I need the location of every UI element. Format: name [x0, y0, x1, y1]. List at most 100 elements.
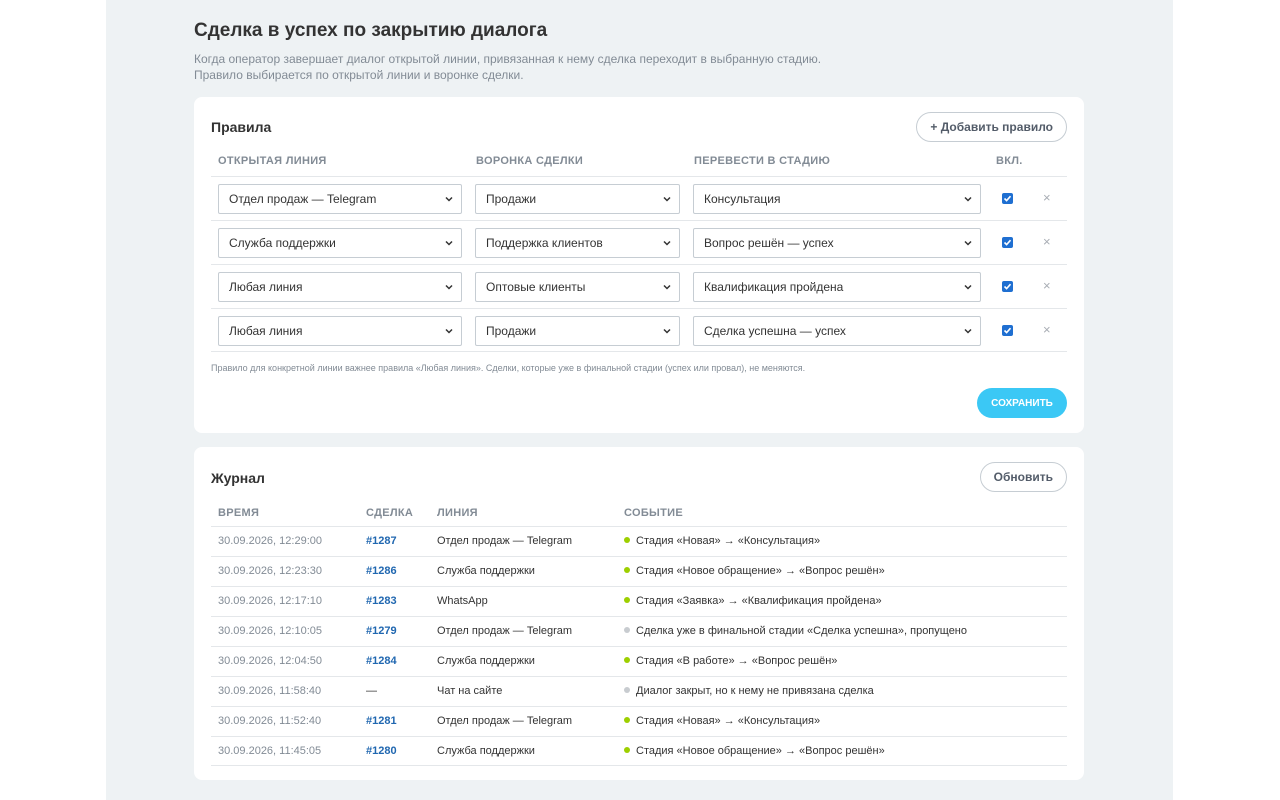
chevron-down-icon: [445, 240, 453, 246]
deal-link[interactable]: #1287: [366, 527, 397, 556]
stage-select[interactable]: Квалификация пройдена: [693, 272, 981, 302]
log-time: 30.09.2026, 12:17:10: [218, 595, 322, 607]
log-card: Журнал Обновить Время Сделка Линия Событ…: [194, 447, 1084, 780]
stage-select[interactable]: Сделка успешна — успех: [693, 316, 981, 346]
rule-row: Отдел продаж — Telegram Продажи Консультац…: [211, 176, 1067, 220]
stage-value: Консультация: [704, 192, 781, 206]
funnel-select[interactable]: Продажи: [475, 184, 680, 214]
rule-row: Служба поддержки Поддержка клиентов Вопрос…: [211, 220, 1067, 264]
deal-link[interactable]: #1284: [366, 647, 397, 676]
open-line-value: Служба поддержки: [229, 236, 336, 250]
column-header-line: Открытая линия: [218, 155, 327, 167]
chevron-down-icon: [445, 196, 453, 202]
rules-title: Правила: [211, 119, 272, 135]
open-line-select[interactable]: Отдел продаж — Telegram: [218, 184, 462, 214]
log-event: Стадия «Новое обращение» → «Вопрос решён…: [624, 737, 885, 766]
log-line: Отдел продаж — Telegram: [437, 625, 573, 637]
open-line-value: Любая линия: [229, 324, 303, 338]
log-event-text: Стадия «Новая» → «Консультация»: [636, 535, 821, 547]
log-line: Чат на сайте: [437, 685, 503, 697]
rules-table: Отдел продаж — Telegram Продажи Консультац…: [211, 176, 1067, 352]
log-time: 30.09.2026, 12:23:30: [218, 565, 322, 577]
log-event-text: Сделка уже в финальной стадии «Сделка ус…: [636, 625, 968, 637]
log-time: 30.09.2026, 12:04:50: [218, 655, 322, 667]
log-line: Отдел продаж — Telegram: [437, 715, 573, 727]
funnel-select[interactable]: Продажи: [475, 316, 680, 346]
enabled-checkbox[interactable]: [1002, 325, 1013, 336]
status-dot-icon: [624, 627, 630, 634]
rule-row: Любая линия Оптовые клиенты Квалификация п…: [211, 264, 1067, 308]
log-event-text: Стадия «Новое обращение» → «Вопрос решён…: [636, 565, 885, 577]
page-description-line-2: Правило выбирается по открытой линии и в…: [194, 68, 524, 82]
status-dot-icon: [624, 537, 630, 544]
chevron-down-icon: [663, 240, 671, 246]
deal-empty: —: [366, 685, 377, 697]
log-row: 30.09.2026, 12:29:00 #1287 Отдел продаж — …: [211, 526, 1067, 556]
log-time: 30.09.2026, 11:52:40: [218, 715, 322, 727]
chevron-down-icon: [964, 284, 972, 290]
log-time: 30.09.2026, 11:58:40: [218, 685, 322, 697]
rules-card: Правила + Добавить правило Открытая лини…: [194, 97, 1084, 433]
enabled-checkbox[interactable]: [1002, 281, 1013, 292]
log-event-text: Стадия «Новая» → «Консультация»: [636, 715, 821, 727]
funnel-select[interactable]: Поддержка клиентов: [475, 228, 680, 258]
stage-select[interactable]: Вопрос решён — успех: [693, 228, 981, 258]
chevron-down-icon: [445, 328, 453, 334]
stage-value: Квалификация пройдена: [704, 280, 844, 294]
stage-value: Вопрос решён — успех: [704, 236, 834, 250]
status-dot-icon: [624, 687, 630, 694]
chevron-down-icon: [663, 328, 671, 334]
delete-rule-icon[interactable]: ×: [1043, 278, 1051, 293]
refresh-button[interactable]: Обновить: [979, 462, 1067, 492]
log-event-text: Стадия «В работе» → «Вопрос решён»: [636, 655, 838, 667]
chevron-down-icon: [663, 284, 671, 290]
deal-link[interactable]: #1281: [366, 707, 397, 736]
log-event: Стадия «Заявка» → «Квалификация пройдена…: [624, 587, 882, 616]
open-line-select[interactable]: Любая линия: [218, 316, 462, 346]
delete-rule-icon[interactable]: ×: [1043, 234, 1051, 249]
stage-select[interactable]: Консультация: [693, 184, 981, 214]
page-header: Сделка в успех по закрытию диалога Когда…: [194, 20, 1084, 83]
open-line-select[interactable]: Любая линия: [218, 272, 462, 302]
column-header-time: Время: [218, 507, 260, 519]
log-time: 30.09.2026, 11:45:05: [218, 745, 322, 757]
funnel-select[interactable]: Оптовые клиенты: [475, 272, 680, 302]
status-dot-icon: [624, 747, 630, 754]
save-button[interactable]: Сохранить: [977, 388, 1067, 418]
log-event-text: Стадия «Заявка» → «Квалификация пройдена…: [636, 595, 882, 607]
log-row: 30.09.2026, 12:23:30 #1286 Служба поддержк…: [211, 556, 1067, 586]
deal-link[interactable]: #1279: [366, 617, 397, 646]
log-row: 30.09.2026, 12:17:10 #1283 WhatsApp Стадия …: [211, 586, 1067, 616]
log-line: WhatsApp: [437, 595, 488, 607]
funnel-value: Продажи: [486, 192, 537, 206]
log-row: 30.09.2026, 11:45:05 #1280 Служба поддержк…: [211, 736, 1067, 766]
chevron-down-icon: [445, 284, 453, 290]
delete-rule-icon[interactable]: ×: [1043, 322, 1051, 337]
delete-rule-icon[interactable]: ×: [1043, 190, 1051, 205]
log-event: Сделка уже в финальной стадии «Сделка ус…: [624, 617, 967, 646]
open-line-select[interactable]: Служба поддержки: [218, 228, 462, 258]
log-event: Диалог закрыт, но к нему не привязана сд…: [624, 677, 874, 706]
rules-note: Правило для конкретной линии важнее прав…: [211, 363, 806, 373]
column-header-event: Событие: [624, 507, 683, 519]
log-event: Стадия «Новое обращение» → «Вопрос решён…: [624, 557, 885, 586]
enabled-checkbox[interactable]: [1002, 193, 1013, 204]
column-header-deal: Сделка: [366, 507, 414, 519]
add-rule-button[interactable]: + Добавить правило: [916, 112, 1067, 142]
log-line: Служба поддержки: [437, 565, 535, 577]
deal-link[interactable]: #1286: [366, 557, 397, 586]
checkmark-icon: [1003, 239, 1012, 246]
checkmark-icon: [1003, 195, 1012, 202]
page-title: Сделка в успех по закрытию диалога: [194, 20, 548, 41]
log-event: Стадия «В работе» → «Вопрос решён»: [624, 647, 837, 676]
funnel-value: Поддержка клиентов: [486, 236, 603, 250]
log-row: 30.09.2026, 12:04:50 #1284 Служба поддержк…: [211, 646, 1067, 676]
open-line-value: Отдел продаж — Telegram: [229, 192, 377, 206]
log-row: 30.09.2026, 11:58:40 — Чат на сайте Диалог …: [211, 676, 1067, 706]
deal-link[interactable]: #1280: [366, 737, 397, 766]
funnel-value: Оптовые клиенты: [486, 280, 586, 294]
column-header-log-line: Линия: [437, 507, 478, 519]
enabled-checkbox[interactable]: [1002, 237, 1013, 248]
deal-link[interactable]: #1283: [366, 587, 397, 616]
status-dot-icon: [624, 597, 630, 604]
